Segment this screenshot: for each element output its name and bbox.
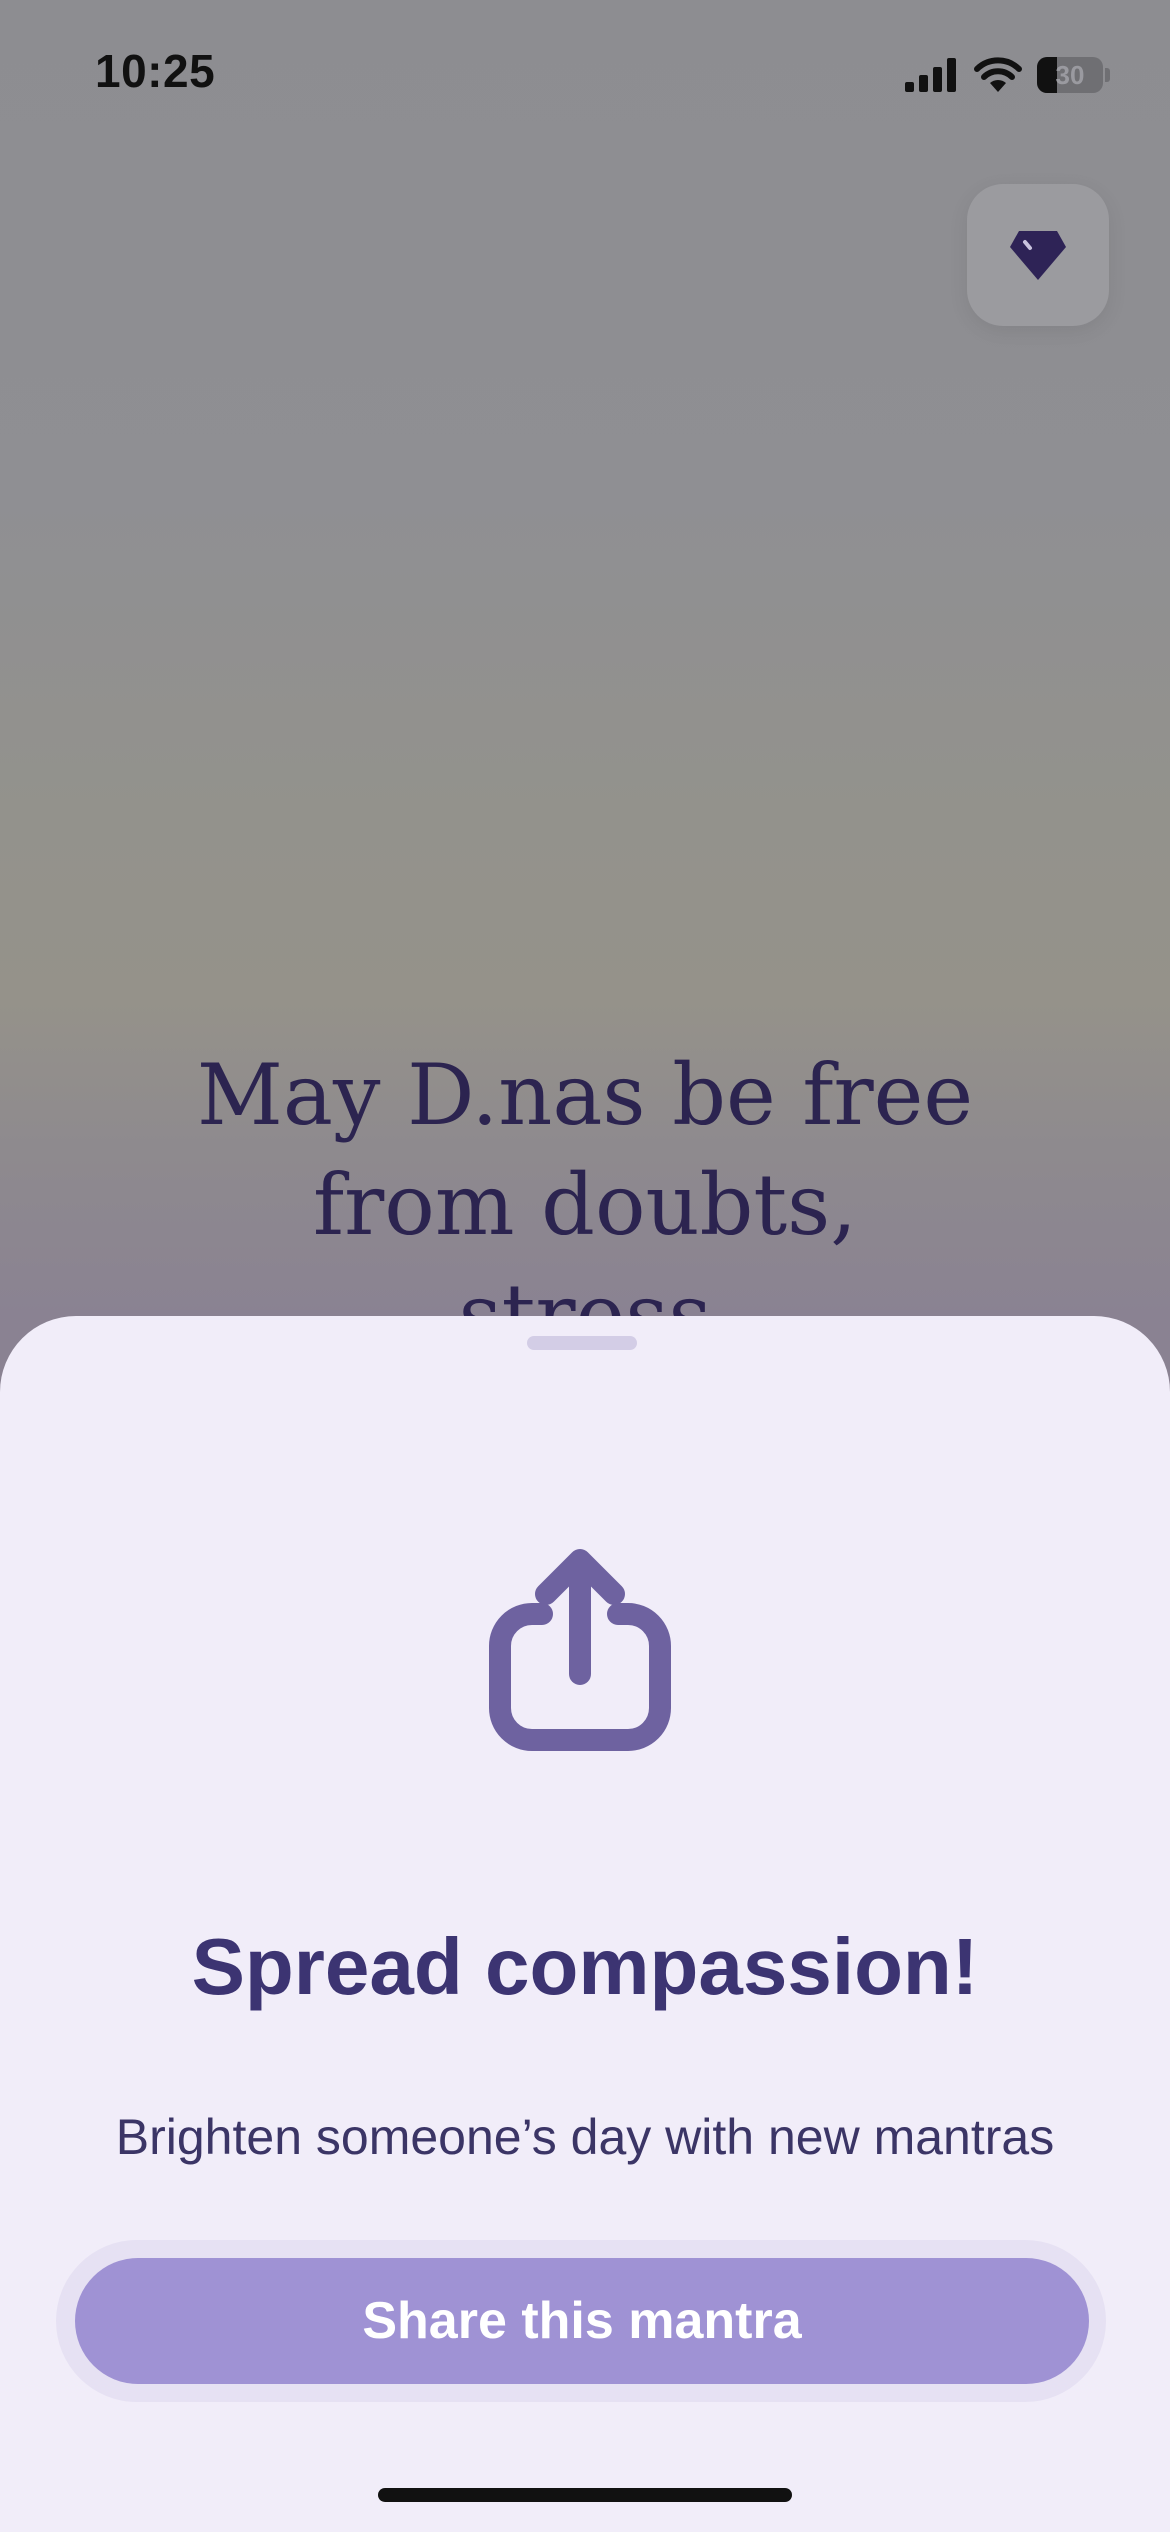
sheet-grabber[interactable] <box>527 1336 637 1350</box>
signal-icon <box>905 58 956 92</box>
premium-button[interactable] <box>967 184 1109 326</box>
share-sheet: Spread compassion! Brighten someone’s da… <box>0 1316 1170 2532</box>
status-bar: 10:25 30 <box>0 0 1170 140</box>
share-mantra-button[interactable]: Share this mantra <box>75 2258 1089 2384</box>
gem-icon <box>1010 231 1066 280</box>
home-indicator[interactable] <box>378 2488 792 2502</box>
status-icons: 30 <box>905 50 1110 100</box>
wifi-icon <box>974 57 1022 92</box>
battery-cap <box>1105 68 1110 82</box>
battery-icon: 30 <box>1037 57 1103 93</box>
battery-level: 30 <box>1055 59 1085 90</box>
share-icon <box>489 1549 671 1751</box>
sheet-title: Spread compassion! <box>191 1922 979 2011</box>
status-time: 10:25 <box>95 45 216 97</box>
sheet-subtitle: Brighten someone’s day with new mantras <box>115 2109 1055 2165</box>
